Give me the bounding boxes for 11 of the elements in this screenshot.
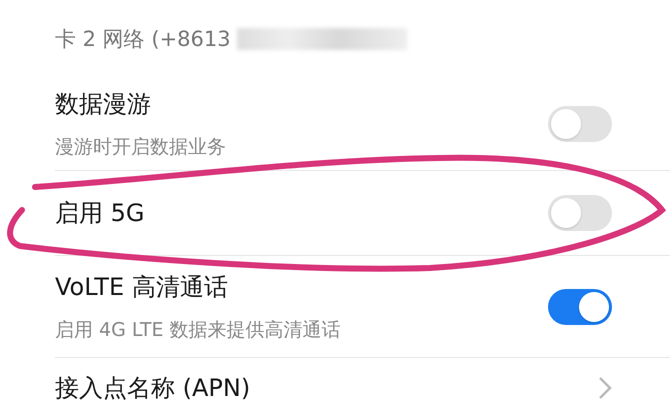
section-header: 卡 2 网络 (+8613 [55, 26, 231, 53]
setting-title: 接入点名称 (APN) [55, 372, 250, 400]
setting-description: 启用 4G LTE 数据来提供高清通话 [55, 318, 341, 342]
toggle-switch[interactable] [548, 195, 612, 231]
chevron-right-icon [598, 376, 612, 400]
setting-title: VoLTE 高清通话 [55, 272, 229, 302]
setting-title: 数据漫游 [55, 89, 152, 120]
toggle-switch[interactable] [548, 106, 612, 142]
setting-title: 启用 5G [55, 198, 144, 229]
toggle-switch[interactable] [548, 288, 612, 324]
setting-description: 漫游时开启数据业务 [55, 135, 226, 160]
